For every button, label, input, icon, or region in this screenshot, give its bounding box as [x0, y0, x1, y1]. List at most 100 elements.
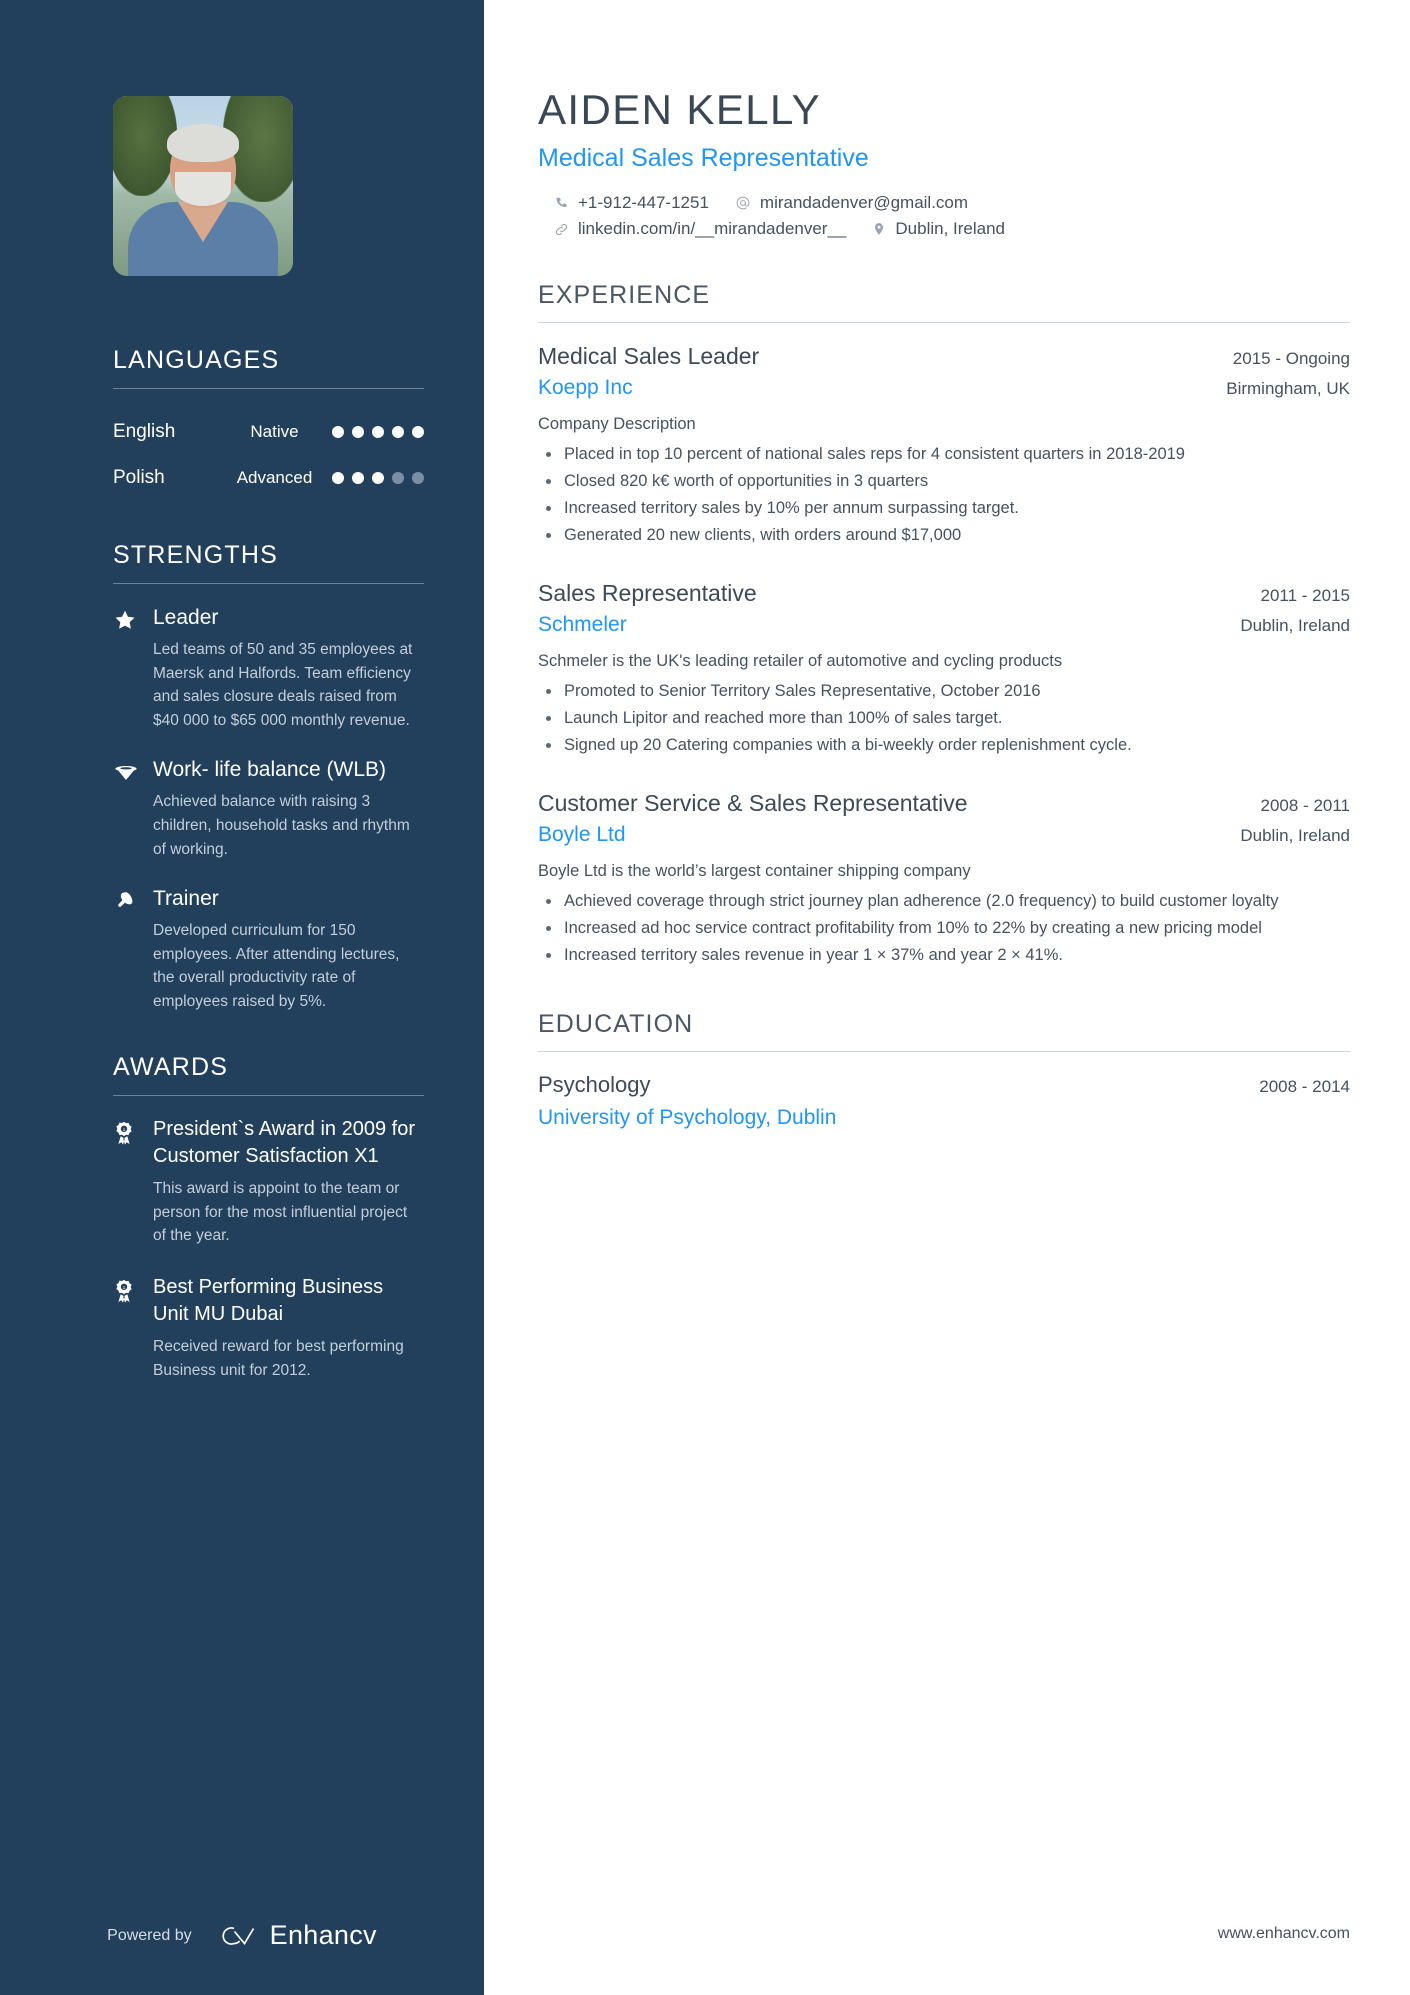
job-bullet: Placed in top 10 percent of national sal…: [538, 442, 1350, 467]
experience-item: Medical Sales Leader 2015 - Ongoing Koep…: [538, 343, 1350, 548]
award-description: This award is appoint to the team or per…: [153, 1180, 408, 1245]
job-bullets: Promoted to Senior Territory Sales Repre…: [538, 679, 1350, 758]
email-value: mirandadenver@gmail.com: [759, 193, 969, 212]
strength-description: Led teams of 50 and 35 employees at Maer…: [153, 641, 413, 729]
job-date: 2015 - Ongoing: [1232, 349, 1350, 368]
job-date: 2008 - 2011: [1260, 796, 1350, 816]
job-description: Schmeler is the UK's leading retailer of…: [538, 652, 1063, 671]
divider: [113, 583, 424, 584]
shield-badge-icon: [113, 756, 153, 861]
sidebar: LANGUAGES English Native Polish Advanced: [0, 0, 484, 1995]
school-name[interactable]: University of Psychology, Dublin: [538, 1098, 1350, 1130]
job-date: 2011 - 2015: [1260, 586, 1350, 606]
link-icon: [554, 222, 569, 237]
job-bullet: Launch Lipitor and reached more than 100…: [538, 706, 1350, 731]
job-bullet: Generated 20 new clients, with orders ar…: [538, 523, 1350, 548]
strength-item: Work- life balance (WLB) Achieved balanc…: [113, 756, 424, 861]
job-title: Medical Sales Leader: [538, 343, 760, 369]
location-value: Dublin, Ireland: [895, 219, 1006, 238]
powered-by-label: Powered by: [107, 1926, 192, 1944]
job-bullet: Achieved coverage through strict journey…: [538, 889, 1350, 914]
education-title: EDUCATION: [538, 1010, 694, 1039]
strength-name: Leader: [153, 606, 219, 629]
awards-section: AWARDS 1 President`s Award in 2009 for C…: [113, 1053, 424, 1382]
job-company[interactable]: Boyle Ltd: [538, 817, 626, 847]
language-name: Polish: [113, 467, 165, 488]
contact-row-primary: +1-912-447-1251 mirandadenver@gmail.com: [538, 193, 1350, 213]
job-bullet: Increased territory sales revenue in yea…: [538, 943, 1350, 968]
degree-name: Psychology: [538, 1072, 651, 1098]
job-role-subtitle: Medical Sales Representative: [538, 144, 869, 172]
award-item: 1 Best Performing Business Unit MU Dubai…: [113, 1274, 424, 1382]
divider: [538, 322, 1350, 323]
job-location: Birmingham, UK: [1226, 379, 1350, 398]
job-company[interactable]: Koepp Inc: [538, 370, 633, 400]
strength-item: Leader Led teams of 50 and 35 employees …: [113, 604, 424, 732]
education-item: Psychology 2008 - 2014 University of Psy…: [538, 1072, 1350, 1130]
phone-contact[interactable]: +1-912-447-1251: [554, 193, 709, 213]
brand-name: Enhancv: [269, 1920, 377, 1950]
job-bullets: Placed in top 10 percent of national sal…: [538, 442, 1350, 548]
award-name: President`s Award in 2009 for Customer S…: [153, 1118, 416, 1168]
job-bullet: Increased ad hoc service contract profit…: [538, 916, 1350, 941]
experience-item: Customer Service & Sales Representative …: [538, 790, 1350, 968]
job-bullet: Closed 820 k€ worth of opportunities in …: [538, 469, 1350, 494]
award-description: Received reward for best performing Busi…: [153, 1338, 404, 1379]
education-section: EDUCATION Psychology 2008 - 2014 Univers…: [538, 1010, 1350, 1130]
experience-item: Sales Representative 2011 - 2015 Schmele…: [538, 580, 1350, 758]
strength-name: Work- life balance (WLB): [153, 758, 387, 782]
language-rating: [332, 472, 424, 484]
bell-icon: [113, 885, 153, 1013]
job-bullet: Promoted to Senior Territory Sales Repre…: [538, 679, 1350, 704]
linkedin-contact[interactable]: linkedin.com/in/__mirandadenver__: [554, 219, 846, 239]
contact-row-secondary: linkedin.com/in/__mirandadenver__ Dublin…: [538, 219, 1350, 239]
experience-title: EXPERIENCE: [538, 281, 711, 309]
job-bullet: Signed up 20 Catering companies with a b…: [538, 733, 1350, 758]
language-row: English Native: [113, 409, 424, 455]
job-bullet: Increased territory sales by 10% per ann…: [538, 496, 1350, 521]
award-ribbon-icon: 1: [113, 1274, 153, 1382]
degree-date: 2008 - 2014: [1259, 1077, 1350, 1097]
languages-section: LANGUAGES English Native Polish Advanced: [113, 346, 424, 501]
award-ribbon-icon: 1: [113, 1116, 153, 1248]
award-name: Best Performing Business Unit MU Dubai: [153, 1276, 384, 1326]
language-level: Advanced: [236, 468, 313, 487]
language-rating: [332, 426, 424, 438]
strengths-title: STRENGTHS: [113, 541, 278, 569]
languages-title: LANGUAGES: [113, 346, 280, 374]
job-title: Sales Representative: [538, 580, 757, 607]
strength-description: Developed curriculum for 150 employees. …: [153, 922, 400, 1010]
job-location: Dublin, Ireland: [1240, 826, 1350, 846]
experience-section: EXPERIENCE Medical Sales Leader 2015 - O…: [538, 281, 1350, 968]
strength-name: Trainer: [153, 887, 219, 911]
profile-photo: [113, 96, 293, 276]
strength-description: Achieved balance with raising 3 children…: [153, 793, 410, 858]
sidebar-footer: Powered by Enhancv: [0, 1920, 484, 1951]
enhancv-logo: Enhancv: [214, 1920, 377, 1951]
linkedin-value: linkedin.com/in/__mirandadenver__: [578, 219, 847, 238]
resume-page: LANGUAGES English Native Polish Advanced: [0, 0, 1410, 1995]
email-contact[interactable]: mirandadenver@gmail.com: [735, 193, 968, 213]
location-contact: Dublin, Ireland: [872, 219, 1005, 239]
language-level: Native: [250, 422, 299, 441]
location-pin-icon: [872, 221, 886, 237]
job-bullets: Achieved coverage through strict journey…: [538, 889, 1350, 968]
job-location: Dublin, Ireland: [1240, 616, 1350, 636]
phone-icon: [554, 196, 569, 211]
language-name: English: [113, 421, 176, 442]
language-row: Polish Advanced: [113, 455, 424, 501]
page-title: AIDEN KELLY: [538, 86, 822, 133]
job-company[interactable]: Schmeler: [538, 607, 627, 637]
awards-title: AWARDS: [113, 1053, 229, 1082]
strength-item: Trainer Developed curriculum for 150 emp…: [113, 885, 424, 1013]
divider: [113, 1095, 424, 1097]
job-description: Boyle Ltd is the world’s largest contain…: [538, 862, 971, 881]
job-description: Company Description: [538, 415, 696, 433]
strengths-section: STRENGTHS Leader Led teams of 50 and 35 …: [113, 541, 424, 1013]
star-icon: [113, 604, 153, 732]
phone-value: +1-912-447-1251: [578, 193, 709, 212]
award-item: 1 President`s Award in 2009 for Customer…: [113, 1116, 424, 1248]
footer-url[interactable]: www.enhancv.com: [1218, 1925, 1350, 1943]
job-title: Customer Service & Sales Representative: [538, 790, 968, 817]
at-icon: [735, 195, 751, 211]
